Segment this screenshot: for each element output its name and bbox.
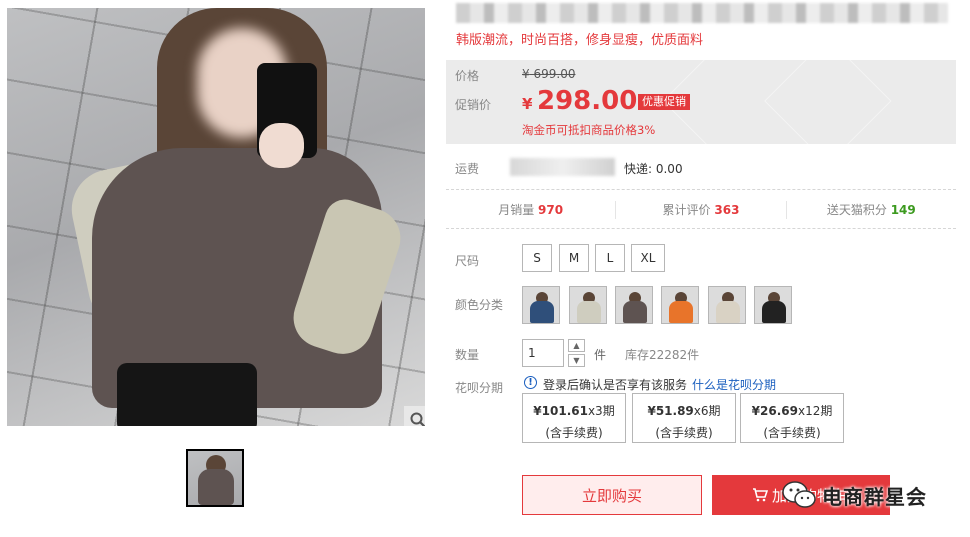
color-label: 颜色分类 — [455, 298, 504, 312]
product-title-blurred — [456, 3, 948, 23]
wechat-logo-icon — [782, 481, 816, 508]
promo-price-label: 促销价 — [455, 98, 492, 112]
stock-count: 库存22282件 — [625, 348, 700, 362]
installment-plan-12[interactable]: ¥26.69x12期 (含手续费) — [740, 393, 844, 443]
promo-badge: 优惠促销 — [638, 94, 690, 110]
watermark-text: 电商群星会 — [822, 484, 927, 509]
color-swatch-3[interactable] — [615, 286, 653, 324]
size-option-m[interactable]: M — [559, 244, 589, 272]
shipping-label: 运费 — [455, 162, 480, 176]
product-subtitle: 韩版潮流，时尚百搭，修身显瘦，优质面料 — [456, 33, 704, 48]
zoom-button[interactable] — [404, 406, 425, 426]
buy-now-button[interactable]: 立即购买 — [522, 475, 702, 515]
color-swatch-6[interactable] — [754, 286, 792, 324]
quantity-label: 数量 — [455, 348, 480, 362]
installment-plan-6[interactable]: ¥51.89x6期 (含手续费) — [632, 393, 736, 443]
size-option-s[interactable]: S — [522, 244, 552, 272]
installment-label: 花呗分期 — [455, 381, 504, 395]
chevron-up-icon: ▲ — [573, 341, 580, 350]
thumbnail-image[interactable] — [186, 449, 244, 507]
installment-login-note: 登录后确认是否享有该服务 — [543, 378, 688, 392]
review-count[interactable]: 累计评价 363 — [616, 201, 787, 219]
installment-plan-3[interactable]: ¥101.61x3期 (含手续费) — [522, 393, 626, 443]
quantity-decrease-button[interactable]: ▼ — [568, 354, 585, 367]
color-swatch-1[interactable] — [522, 286, 560, 324]
quantity-increase-button[interactable]: ▲ — [568, 339, 585, 352]
info-icon: ! — [524, 376, 537, 389]
tmall-points: 送天猫积分 149 — [826, 203, 916, 217]
sales-stats: 月销量 970 累计评价 363 送天猫积分 149 — [446, 201, 956, 219]
main-product-image[interactable] — [7, 8, 425, 426]
original-price-label: 价格 — [455, 69, 480, 83]
original-price: ¥ 699.00 — [522, 67, 576, 81]
divider — [446, 228, 956, 229]
divider — [446, 189, 956, 190]
watermark: 电商群星会 — [782, 480, 927, 510]
shipping-location-blurred — [510, 158, 615, 176]
installment-help-link[interactable]: 什么是花呗分期 — [692, 376, 776, 393]
color-swatch-4[interactable] — [661, 286, 699, 324]
promo-price: 298.00 — [537, 86, 638, 116]
color-swatch-2[interactable] — [569, 286, 607, 324]
coin-deduction-note: 淘金币可抵扣商品价格3% — [522, 123, 656, 137]
quantity-unit: 件 — [594, 348, 607, 362]
monthly-sales: 月销量 970 — [446, 201, 617, 219]
magnifier-icon — [410, 412, 425, 426]
size-option-l[interactable]: L — [595, 244, 625, 272]
size-label: 尺码 — [455, 254, 480, 268]
quantity-input[interactable]: 1 — [522, 339, 564, 367]
cart-icon — [753, 488, 768, 502]
size-option-xl[interactable]: XL — [631, 244, 665, 272]
shipping-fee: 快递: 0.00 — [624, 162, 683, 176]
chevron-down-icon: ▼ — [573, 356, 580, 365]
currency-symbol: ¥ — [522, 95, 533, 113]
color-swatch-5[interactable] — [708, 286, 746, 324]
